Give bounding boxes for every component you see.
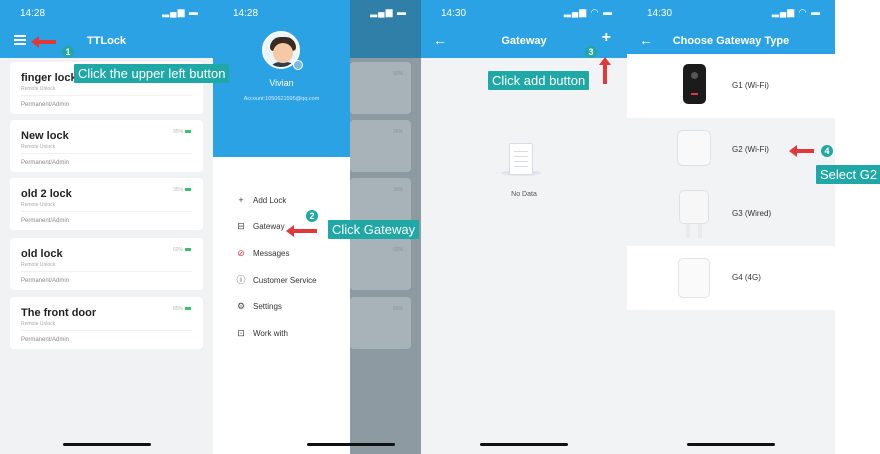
status-time: 14:28 <box>20 8 46 19</box>
home-indicator <box>307 443 395 446</box>
menu-item-gateway[interactable]: ⊟ Gateway <box>235 219 284 233</box>
gateway-option-g1[interactable]: G1 (Wi-Fi) <box>627 54 835 118</box>
lock-card[interactable]: New lock Remote Unlock 95% Permanent/Adm… <box>10 120 203 172</box>
remote-unlock-label: Remote Unlock <box>21 262 56 268</box>
lock-name: old lock <box>21 248 63 260</box>
settings-icon: ⚙ <box>236 301 246 311</box>
status-bar: 14:30 ▂▄▆ ◠ ▬ <box>627 0 835 26</box>
battery-icon <box>185 248 191 252</box>
account-label: Account:1050621595@qq.com <box>243 96 320 102</box>
g2-device-image <box>677 130 711 166</box>
menu-item-work-with[interactable]: ⊡ Work with <box>235 326 288 340</box>
plus-icon[interactable]: + <box>602 30 611 46</box>
signal-icon: ▂▄▆ ▬ <box>162 7 199 17</box>
home-indicator <box>687 443 775 446</box>
g1-device-image <box>683 64 706 104</box>
g4-device-image <box>678 258 710 298</box>
menu-item-customer-service[interactable]: ⓘ Customer Service <box>235 273 316 287</box>
status-bar: 14:28 ▂▄▆ ▬ <box>0 0 213 26</box>
signal-icon: ▂▄▆ ◠ ▬ <box>563 7 613 17</box>
empty-state-text: No Data <box>511 191 537 198</box>
arrow-icon <box>789 145 814 157</box>
permission-label: Permanent/Admin <box>21 160 70 166</box>
lock-card[interactable]: old 2 lock Remote Unlock 35% Permanent/A… <box>10 178 203 230</box>
signal-icon: ▂▄▆ ◠ ▬ <box>771 7 821 17</box>
arrow-icon <box>31 36 56 48</box>
gateway-screen: 14:30 ▂▄▆ ◠ ▬ ← Gateway + No Data <box>421 0 627 454</box>
callout-step3: Click add button <box>488 71 590 90</box>
home-indicator <box>480 443 568 446</box>
battery-icon <box>185 188 191 192</box>
callout-step1: Click the upper left button <box>74 64 230 83</box>
callout-step2: Click Gateway <box>328 220 420 239</box>
work-with-icon: ⊡ <box>237 328 245 338</box>
empty-document-icon <box>509 143 533 175</box>
step-badge: 4 <box>821 145 833 157</box>
gateway-option-g4[interactable]: G4 (4G) <box>627 246 835 310</box>
remote-unlock-label: Remote Unlock <box>21 86 56 92</box>
remote-unlock-label: Remote Unlock <box>21 202 56 208</box>
status-time: 14:28 <box>233 8 259 19</box>
callout-step4: Select G2 <box>816 165 880 184</box>
gateway-icon: ⊟ <box>237 221 245 231</box>
lock-card[interactable]: The front door Remote Unlock 85% Permane… <box>10 297 203 349</box>
arrow-icon <box>599 57 611 84</box>
step-badge: 1 <box>62 46 74 58</box>
lock-name: The front door <box>21 307 97 319</box>
gateway-type-label: G1 (Wi-Fi) <box>732 81 769 90</box>
edit-avatar-icon[interactable] <box>293 60 303 70</box>
lock-card[interactable]: old lock Remote Unlock 60% Permanent/Adm… <box>10 238 203 290</box>
battery-indicator: 95% <box>173 129 191 135</box>
add-icon: + <box>238 195 244 205</box>
status-time: 14:30 <box>441 8 467 19</box>
gateway-type-label: G2 (Wi-Fi) <box>732 145 769 154</box>
remote-unlock-label: Remote Unlock <box>21 321 56 327</box>
menu-item-settings[interactable]: ⚙ Settings <box>235 299 282 313</box>
g3-device-image <box>679 190 709 238</box>
status-bar: 14:28 ▂▄▆ ▬ <box>213 0 421 26</box>
battery-icon <box>185 130 191 134</box>
gateway-option-g3[interactable]: G3 (Wired) <box>627 182 835 246</box>
battery-icon <box>185 307 191 311</box>
lock-name: old 2 lock <box>21 188 72 200</box>
battery-indicator: 60% <box>173 247 191 253</box>
step-badge: 3 <box>585 46 597 58</box>
permission-label: Permanent/Admin <box>21 337 70 343</box>
permission-label: Permanent/Admin <box>21 102 70 108</box>
arrow-icon <box>286 225 317 237</box>
step-badge: 2 <box>306 210 318 222</box>
lock-name: New lock <box>21 130 69 142</box>
menu-item-add-lock[interactable]: + Add Lock <box>235 193 286 207</box>
page-title: Gateway <box>501 35 547 47</box>
customer-service-icon: ⓘ <box>236 275 246 285</box>
home-indicator <box>62 443 151 446</box>
choose-gateway-type-screen: 14:30 ▂▄▆ ◠ ▬ ← Choose Gateway Type G1 (… <box>627 0 835 454</box>
gateway-type-label: G4 (4G) <box>732 273 761 282</box>
status-bar: 14:30 ▂▄▆ ◠ ▬ <box>421 0 627 26</box>
battery-indicator: 35% <box>173 187 191 193</box>
permission-label: Permanent/Admin <box>21 278 70 284</box>
messages-icon: ⊘ <box>237 248 245 258</box>
permission-label: Permanent/Admin <box>21 218 70 224</box>
gateway-type-label: G3 (Wired) <box>732 209 772 218</box>
user-name: Vivian <box>269 78 294 88</box>
remote-unlock-label: Remote Unlock <box>21 144 56 150</box>
menu-item-messages[interactable]: ⊘ Messages <box>235 246 289 260</box>
status-time: 14:30 <box>647 8 673 19</box>
lock-name: finger lock <box>21 72 77 84</box>
signal-icon: ▂▄▆ ▬ <box>370 7 407 17</box>
battery-indicator: 85% <box>173 306 191 312</box>
page-title: Choose Gateway Type <box>672 35 790 47</box>
